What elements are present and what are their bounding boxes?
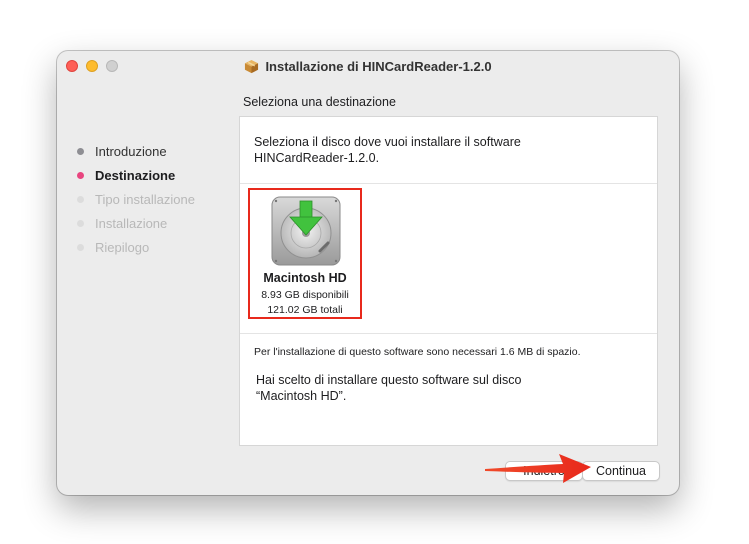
installer-steps: Introduzione Destinazione Tipo installaz… bbox=[77, 139, 195, 259]
step-dot bbox=[77, 195, 84, 203]
step-destinazione: Destinazione bbox=[77, 163, 195, 187]
zoom-button[interactable] bbox=[106, 60, 118, 72]
title-bar: Installazione di HINCardReader-1.2.0 bbox=[57, 51, 679, 81]
disk-name: Macintosh HD bbox=[263, 271, 347, 285]
installer-window: Installazione di HINCardReader-1.2.0 Sel… bbox=[57, 51, 679, 495]
panel-intro: Seleziona il disco dove vuoi installare … bbox=[254, 134, 634, 166]
step-introduzione: Introduzione bbox=[77, 139, 195, 163]
step-dot bbox=[77, 219, 84, 227]
window-title: Installazione di HINCardReader-1.2.0 bbox=[265, 58, 492, 74]
step-installazione: Installazione bbox=[77, 211, 195, 235]
step-label: Destinazione bbox=[95, 167, 176, 183]
window-controls bbox=[66, 60, 118, 72]
step-label: Tipo installazione bbox=[95, 191, 195, 207]
step-label: Introduzione bbox=[95, 143, 167, 159]
divider bbox=[240, 333, 657, 334]
pointer-arrow-annotation bbox=[485, 454, 591, 483]
summary-line: Hai scelto di installare questo software… bbox=[256, 373, 522, 387]
page-title: Seleziona una destinazione bbox=[243, 95, 396, 109]
summary-line: “Macintosh HD”. bbox=[256, 389, 347, 403]
step-dot bbox=[77, 243, 84, 251]
step-tipo-installazione: Tipo installazione bbox=[77, 187, 195, 211]
disk-total-space: 121.02 GB totali bbox=[267, 304, 343, 316]
continue-button[interactable]: Continua bbox=[582, 461, 660, 481]
selection-summary: Hai scelto di installare questo software… bbox=[256, 372, 616, 404]
step-riepilogo: Riepilogo bbox=[77, 235, 195, 259]
intro-line: HINCardReader-1.2.0. bbox=[254, 151, 380, 165]
step-label: Riepilogo bbox=[95, 239, 150, 255]
hard-drive-install-icon bbox=[271, 196, 341, 266]
intro-line: Seleziona il disco dove vuoi installare … bbox=[254, 135, 521, 149]
destination-panel: Seleziona il disco dove vuoi installare … bbox=[239, 116, 658, 446]
step-label: Installazione bbox=[95, 215, 168, 231]
package-icon bbox=[245, 59, 259, 73]
space-requirement-note: Per l'installazione di questo software s… bbox=[254, 346, 581, 358]
disk-option-macintosh-hd[interactable]: Macintosh HD 8.93 GB disponibili 121.02 … bbox=[248, 188, 362, 319]
minimize-button[interactable] bbox=[86, 60, 98, 72]
step-dot bbox=[77, 171, 84, 179]
step-dot bbox=[77, 147, 84, 155]
disk-available-space: 8.93 GB disponibili bbox=[261, 289, 349, 301]
divider bbox=[240, 183, 657, 184]
close-button[interactable] bbox=[66, 60, 78, 72]
